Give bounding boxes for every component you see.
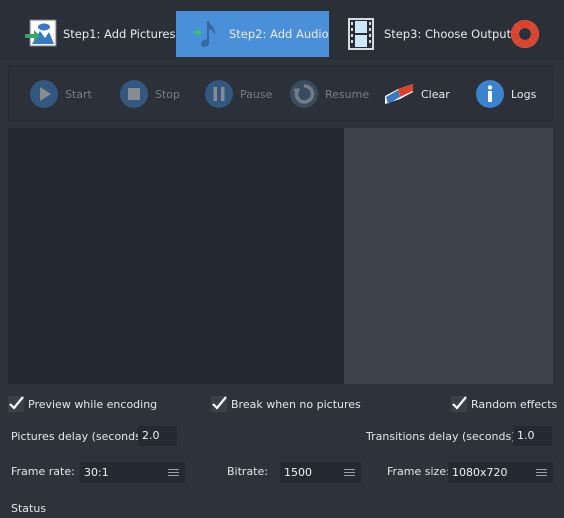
start-button[interactable]: Start [29, 78, 92, 110]
video-preview-area [8, 128, 344, 384]
clear-button[interactable]: Clear [383, 78, 450, 110]
step1-label: Step1: Add Pictures [63, 27, 176, 41]
frame-size-select[interactable]: 1080x720 [448, 462, 553, 483]
frame-rate-value: 30:1 [84, 466, 109, 479]
step3-label: Step3: Choose Output [384, 27, 512, 41]
tab-step3-choose-output[interactable]: Step3: Choose Output [346, 11, 511, 57]
pictures-delay-input[interactable]: 2.0 [138, 426, 177, 446]
frame-rate-select[interactable]: 30:1 [80, 462, 185, 483]
bitrate-value: 1500 [284, 466, 312, 479]
dropdown-menu-icon [536, 469, 547, 476]
checkbox-box [8, 396, 24, 412]
pause-button[interactable]: Pause [204, 78, 272, 110]
stop-icon [120, 80, 148, 108]
frame-size-value: 1080x720 [452, 466, 508, 479]
break-when-no-pictures-label: Break when no pictures [231, 397, 361, 411]
transitions-delay-label: Transitions delay (seconds) [366, 430, 516, 443]
transitions-delay-input[interactable]: 1.0 [513, 426, 552, 446]
preview-while-encoding-checkbox[interactable]: Preview while encoding [8, 396, 157, 412]
stop-button[interactable]: Stop [119, 78, 180, 110]
toolbar: Start Stop Pause Resume Clear Logs [8, 65, 553, 121]
tab-step2-add-audio[interactable]: Step2: Add Audio [176, 11, 329, 57]
dropdown-menu-icon [344, 469, 355, 476]
stop-label: Stop [155, 87, 181, 101]
bitrate-select[interactable]: 1500 [280, 462, 361, 483]
clear-label: Clear [421, 87, 450, 101]
break-when-no-pictures-checkbox[interactable]: Break when no pictures [211, 396, 361, 412]
bitrate-label: Bitrate: [227, 465, 268, 478]
resume-icon [290, 80, 318, 108]
start-label: Start [65, 87, 92, 101]
random-effects-checkbox[interactable]: Random effects [451, 396, 557, 412]
step2-label: Step2: Add Audio [229, 27, 329, 41]
logs-label: Logs [511, 87, 537, 101]
checkmark-icon [212, 396, 227, 410]
step-bar: Step1: Add Pictures Step2: Add Audio Ste… [0, 0, 564, 60]
tab-step1-add-pictures[interactable]: Step1: Add Pictures [25, 11, 176, 57]
checkbox-box [211, 396, 227, 412]
checkmark-icon [452, 396, 467, 410]
preview-while-encoding-label: Preview while encoding [28, 397, 158, 411]
play-icon [30, 80, 58, 108]
dropdown-menu-icon [168, 469, 179, 476]
resume-button[interactable]: Resume [289, 78, 369, 110]
film-strip-icon [348, 18, 374, 50]
random-effects-label: Random effects [471, 397, 558, 411]
info-icon [476, 80, 504, 108]
lifebuoy-icon[interactable] [508, 17, 542, 51]
add-pictures-icon [25, 19, 57, 47]
picture-preview-area [344, 128, 553, 384]
add-audio-icon [193, 21, 216, 47]
pause-icon [205, 80, 233, 108]
eraser-icon [385, 84, 413, 104]
pictures-delay-label: Pictures delay (seconds) [11, 430, 146, 443]
frame-rate-label: Frame rate: [11, 465, 75, 478]
resume-label: Resume [325, 87, 370, 101]
pause-label: Pause [240, 87, 273, 101]
logs-button[interactable]: Logs [475, 78, 536, 110]
checkmark-icon [9, 396, 24, 410]
frame-size-label: Frame size: [387, 465, 450, 478]
checkbox-box [451, 396, 467, 412]
status-label: Status [11, 502, 47, 515]
